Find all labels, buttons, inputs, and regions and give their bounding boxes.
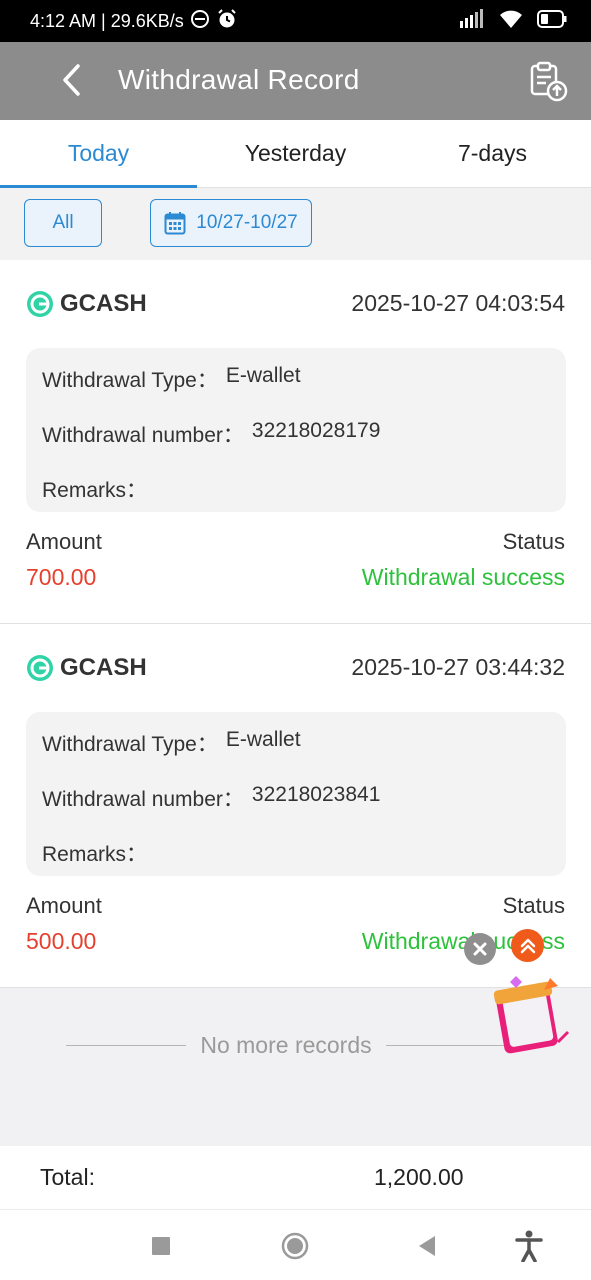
amount-label: Amount	[26, 893, 102, 918]
withdrawal-type-label: Withdrawal Type：	[42, 733, 218, 756]
record-details: Withdrawal Type： E-wallet Withdrawal num…	[26, 348, 566, 512]
status-label: Status	[502, 529, 565, 554]
no-more-records: No more records	[66, 1032, 506, 1059]
total-bar: Total: 1,200.00	[0, 1146, 591, 1210]
withdrawal-type-label: Withdrawal Type：	[42, 369, 218, 392]
battery-icon	[537, 9, 567, 33]
amount-label: Amount	[26, 529, 102, 554]
withdrawal-number-value: 32218023841	[251, 783, 381, 806]
gcash-logo-icon	[27, 291, 53, 317]
signal-icon	[459, 8, 485, 34]
total-value: 1,200.00	[374, 1164, 464, 1190]
alarm-icon	[216, 8, 238, 35]
gift-promo-button[interactable]	[486, 972, 572, 1056]
divider-line-left	[66, 1045, 187, 1046]
remarks-label: Remarks：	[42, 479, 148, 502]
filter-bar: All 10/27-10/27	[0, 188, 591, 260]
system-nav-bar	[0, 1211, 591, 1280]
withdrawal-record[interactable]: GCASH 2025-10-27 03:44:32 Withdrawal Typ…	[0, 624, 591, 988]
app-header: Withdrawal Record	[0, 42, 591, 120]
withdrawal-type-row: Withdrawal Type： E-wallet	[42, 728, 301, 758]
record-details: Withdrawal Type： E-wallet Withdrawal num…	[26, 712, 566, 876]
withdrawal-type-row: Withdrawal Type： E-wallet	[42, 364, 301, 394]
withdrawal-number-value: 32218028179	[251, 419, 381, 442]
status-bar: 4:12 AM | 29.6KB/s	[0, 0, 591, 42]
withdrawal-number-label: Withdrawal number：	[42, 424, 244, 447]
record-provider: GCASH	[26, 654, 147, 682]
withdrawal-number-row: Withdrawal number： 32218023841	[42, 783, 380, 813]
export-records-button[interactable]	[526, 60, 570, 104]
provider-name: GCASH	[60, 654, 147, 681]
double-chevron-up-icon	[520, 938, 535, 953]
remarks-label: Remarks：	[42, 843, 148, 866]
gift-box-icon	[493, 976, 570, 1054]
record-datetime: 2025-10-27 03:44:32	[351, 654, 565, 680]
triangle-back-icon	[419, 1236, 435, 1256]
date-range-label: 10/27-10/27	[196, 212, 298, 233]
provider-name: GCASH	[60, 290, 147, 317]
amount-value: 500.00	[26, 928, 97, 954]
status-right	[459, 8, 567, 34]
tab-today[interactable]: Today	[0, 120, 197, 188]
filter-all-label: All	[52, 212, 74, 233]
accessibility-button[interactable]	[512, 1229, 546, 1263]
withdrawal-number-label: Withdrawal number：	[42, 788, 244, 811]
square-icon	[152, 1237, 170, 1255]
close-icon	[473, 942, 487, 956]
filter-all-button[interactable]: All	[24, 199, 102, 247]
remarks-row: Remarks：	[42, 838, 155, 868]
status-label: Status	[502, 893, 565, 918]
withdrawal-number-row: Withdrawal number： 32218028179	[42, 419, 380, 449]
status-value: Withdrawal success	[361, 564, 565, 590]
record-provider: GCASH	[26, 290, 147, 318]
back-nav-button[interactable]	[410, 1229, 444, 1263]
recent-apps-button[interactable]	[144, 1229, 178, 1263]
date-range-button[interactable]: 10/27-10/27	[150, 199, 312, 247]
accessibility-icon	[515, 1230, 543, 1262]
record-datetime: 2025-10-27 04:03:54	[351, 290, 565, 316]
home-button[interactable]	[278, 1229, 312, 1263]
total-label: Total:	[40, 1164, 95, 1190]
calendar-icon	[164, 212, 186, 235]
status-time-speed: 4:12 AM | 29.6KB/s	[30, 10, 184, 31]
no-more-records-text: No more records	[200, 1032, 372, 1058]
scroll-top-button[interactable]	[511, 929, 544, 962]
withdrawal-record[interactable]: GCASH 2025-10-27 04:03:54 Withdrawal Typ…	[0, 260, 591, 624]
gcash-logo-icon	[27, 655, 53, 681]
tab-7-days[interactable]: 7-days	[394, 120, 591, 187]
withdrawal-type-value: E-wallet	[225, 364, 301, 387]
close-float-button[interactable]	[464, 933, 496, 965]
withdrawal-type-value: E-wallet	[225, 728, 301, 751]
page-title: Withdrawal Record	[118, 64, 360, 95]
remarks-row: Remarks：	[42, 474, 155, 504]
do-not-disturb-icon	[190, 9, 210, 34]
clipboard-upload-icon	[530, 61, 568, 102]
amount-value: 700.00	[26, 564, 97, 590]
home-circle-icon	[281, 1232, 309, 1260]
wifi-icon	[499, 9, 523, 34]
tab-yesterday[interactable]: Yesterday	[197, 120, 394, 187]
chevron-left-icon	[63, 64, 80, 96]
back-button[interactable]	[52, 60, 92, 100]
period-tabs: Today Yesterday 7-days	[0, 120, 591, 188]
status-left: 4:12 AM | 29.6KB/s	[30, 8, 238, 35]
